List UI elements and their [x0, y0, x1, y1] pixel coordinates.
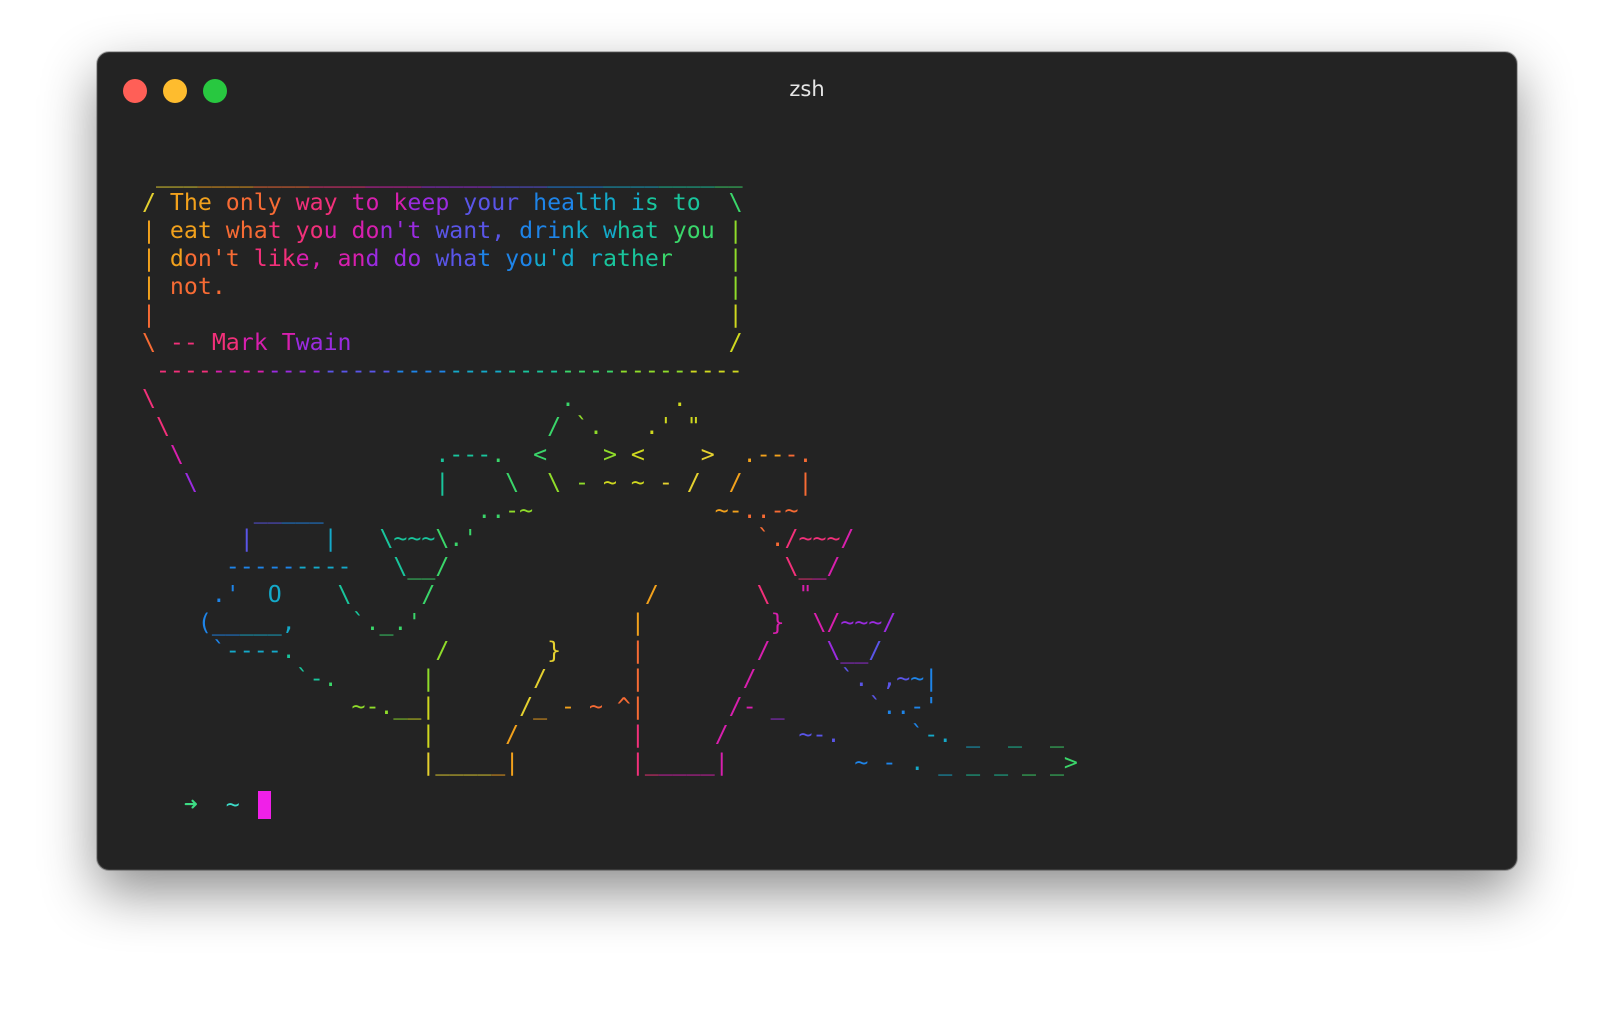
terminal-line: | | \~~~\.' `./~~~/ [239, 525, 855, 552]
terminal-line: `----. / } | / \__/ [211, 637, 883, 664]
terminal-line: | not. | [141, 273, 743, 300]
terminal-line: \ . . [141, 385, 687, 412]
terminal-line: ----------------------------------------… [155, 357, 743, 384]
terminal-line: (_____, `._.' | } \/~~~/ [197, 609, 897, 636]
prompt-arrow-icon: ➜ [183, 791, 198, 818]
terminal-line: _____ ..-~ ~-..-~ [253, 497, 799, 524]
terminal-line: | don't like, and do what you'd rather | [141, 245, 743, 272]
terminal-line: / The only way to keep your health is to… [141, 189, 743, 216]
window-title: zsh [789, 77, 825, 101]
terminal-line: \ / `. .' " [155, 413, 701, 440]
terminal-line: \ -- Mark Twain / [141, 329, 743, 356]
terminal-window: zsh ____________________________________… [97, 52, 1517, 870]
title-bar: zsh [98, 53, 1516, 125]
terminal-line: \ | \ \ - ~ ~ - / / | [183, 469, 813, 496]
prompt-cwd: ~ [225, 791, 240, 818]
terminal-line: .' O \ / / \ " [211, 581, 813, 608]
terminal-output[interactable]: ________________________________________… [128, 161, 1078, 777]
terminal-line: ~-.__| /_ - ~ ^| /- _ `..-' [351, 693, 939, 720]
shell-prompt[interactable]: ➜ ~ [128, 763, 271, 847]
terminal-line: --------- \__/ \__/ [225, 553, 841, 580]
terminal-line: \ .---. < > < > .---. [169, 441, 813, 468]
terminal-line: | | [141, 301, 743, 328]
terminal-line: `-. | / | / `. ,~~| [295, 665, 939, 692]
terminal-line: | / | / ~-. `-. _ _ _ [421, 721, 1064, 748]
text-cursor [257, 791, 271, 819]
terminal-line: ________________________________________… [155, 161, 743, 188]
terminal-line: | eat what you don't want, drink what yo… [141, 217, 743, 244]
